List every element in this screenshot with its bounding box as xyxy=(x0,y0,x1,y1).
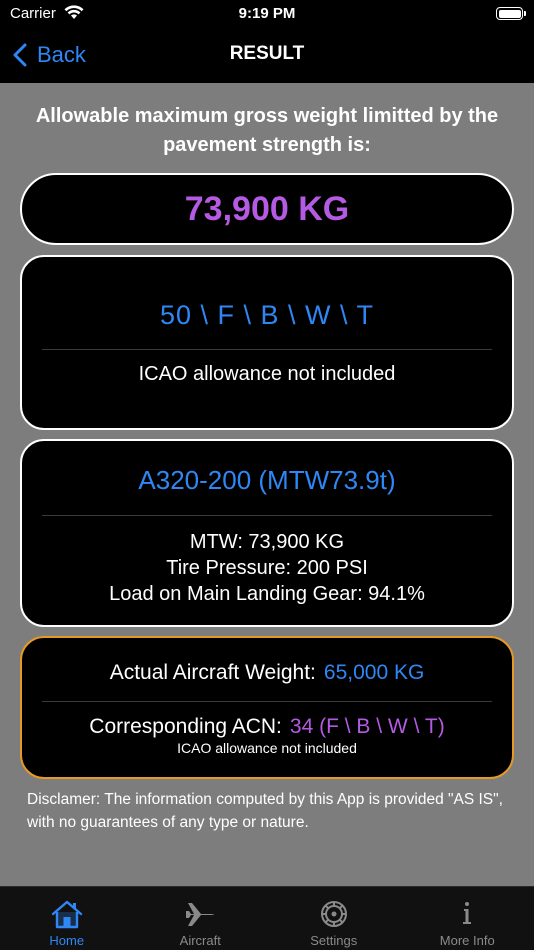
pcn-card: 50 \ F \ B \ W \ T ICAO allowance not in… xyxy=(20,255,514,430)
gear-icon xyxy=(320,901,347,927)
aircraft-name: A320-200 (MTW73.9t) xyxy=(138,465,396,495)
tab-home[interactable]: Home xyxy=(0,887,134,950)
max-weight-value: 73,900 KG xyxy=(184,190,350,228)
divider xyxy=(42,515,492,516)
aircraft-tire-pressure: Tire Pressure: 200 PSI xyxy=(166,557,368,579)
home-icon xyxy=(51,900,82,929)
tab-more-info-label: More Info xyxy=(439,933,495,948)
disclaimer-text: Disclamer: The information computed by t… xyxy=(27,791,503,831)
acn-note: ICAO allowance not included xyxy=(177,740,357,756)
battery-icon xyxy=(496,7,526,20)
tab-home-label: Home xyxy=(49,933,85,948)
acn-row: Corresponding ACN: 34 (F \ B \ W \ T) xyxy=(22,715,512,739)
tab-aircraft[interactable]: Aircraft xyxy=(134,887,268,950)
page-title: RESULT xyxy=(229,43,305,64)
tab-settings-label: Settings xyxy=(310,933,358,948)
actual-weight-row: Actual Aircraft Weight: 65,000 KG xyxy=(22,661,512,685)
info-icon xyxy=(463,902,472,924)
intro-text: Allowable maximum gross weight limitted … xyxy=(35,105,499,156)
aircraft-mlg-load: Load on Main Landing Gear: 94.1% xyxy=(109,583,425,605)
tab-settings[interactable]: Settings xyxy=(267,887,401,950)
status-time: 9:19 PM xyxy=(238,5,296,22)
status-bar: Carrier 9:19 PM xyxy=(0,0,534,30)
aircraft-card: A320-200 (MTW73.9t) MTW: 73,900 KG Tire … xyxy=(20,439,514,627)
aircraft-mtw: MTW: 73,900 KG xyxy=(189,531,345,553)
divider xyxy=(42,349,492,350)
tab-bar: Home Aircraft Settings More Info xyxy=(0,886,534,950)
acn-label: Corresponding ACN: xyxy=(89,715,282,738)
aircraft-specs: MTW: 73,900 KG Tire Pressure: 200 PSI Lo… xyxy=(22,529,512,607)
divider xyxy=(42,701,492,702)
tab-more-info[interactable]: More Info xyxy=(401,887,534,950)
max-weight-card: 73,900 KG xyxy=(20,173,514,245)
top-bar: Carrier 9:19 PM Back RESULT xyxy=(0,0,534,83)
acn-value: 34 (F \ B \ W \ T) xyxy=(289,715,445,738)
pcn-code: 50 \ F \ B \ W \ T xyxy=(159,300,375,330)
navigation-bar: Back RESULT xyxy=(0,34,534,78)
tab-aircraft-label: Aircraft xyxy=(179,933,221,948)
airplane-icon xyxy=(186,903,215,926)
actual-weight-label: Actual Aircraft Weight: xyxy=(109,661,316,684)
actual-weight-value: 65,000 KG xyxy=(323,661,425,684)
result-card: Actual Aircraft Weight: 65,000 KG Corresp… xyxy=(20,636,514,779)
pcn-note: ICAO allowance not included xyxy=(138,363,396,385)
